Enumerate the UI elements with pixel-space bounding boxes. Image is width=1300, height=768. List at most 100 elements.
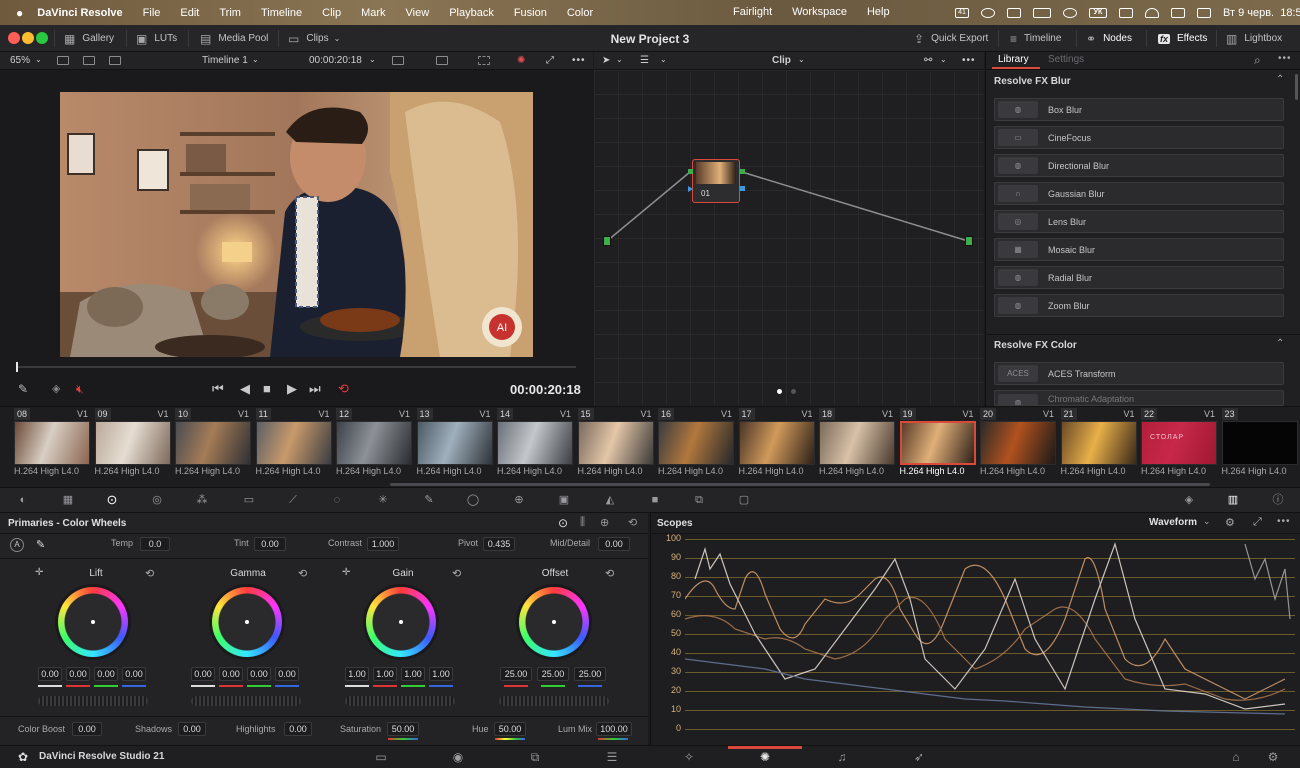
clip-thumbnail[interactable] — [175, 421, 251, 465]
auto-balance-icon[interactable]: A — [10, 538, 24, 552]
viewer-mode-icon[interactable] — [436, 56, 448, 65]
fx-zoom-blur[interactable]: ◍ Zoom Blur — [994, 294, 1284, 317]
zoom-window-button[interactable] — [36, 32, 48, 44]
more-options-icon[interactable]: ••• — [1278, 53, 1292, 64]
keyboard-layout-icon[interactable]: УК — [1089, 8, 1107, 18]
screen-mirror-icon[interactable] — [1119, 8, 1133, 18]
home-icon[interactable]: ⌂ — [1229, 750, 1243, 764]
clip-19[interactable]: 19 V1 H.264 High L4.0 — [898, 407, 978, 483]
battery-icon[interactable] — [1033, 8, 1051, 18]
curves-icon[interactable]: ⟋ — [286, 494, 300, 506]
lift-wheel[interactable] — [58, 587, 128, 657]
magic-mask-icon[interactable]: ▣ — [557, 494, 571, 506]
pivot-value[interactable]: 0.435 — [483, 537, 515, 551]
menu-file[interactable]: File — [143, 7, 161, 19]
sizing-icon[interactable]: ⧉ — [692, 494, 706, 506]
section-blur-header[interactable]: Resolve FX Blur — [994, 76, 1071, 87]
clip-12[interactable]: 12 V1 H.264 High L4.0 — [334, 407, 414, 483]
clip-thumbnail[interactable] — [980, 421, 1056, 465]
gain-wheel-handle[interactable] — [399, 620, 403, 624]
blur-icon[interactable]: ◭ — [603, 494, 617, 506]
tab-timeline[interactable]: ≡ Timeline — [1010, 25, 1061, 52]
clip-15[interactable]: 15 V1 H.264 High L4.0 — [576, 407, 656, 483]
page-edit-icon[interactable]: ⧉ — [528, 750, 542, 764]
wheels-mode-icon[interactable]: ⊙ — [558, 516, 568, 530]
layout-grid-icon[interactable] — [83, 56, 95, 65]
search-icon[interactable]: ⌕ — [1254, 53, 1261, 68]
clip-thumbnail[interactable] — [577, 421, 654, 465]
clip-09[interactable]: 09 V1 H.264 High L4.0 — [93, 407, 173, 483]
fx-chromatic-adaptation[interactable]: ◍ Chromatic Adaptation — [994, 390, 1284, 406]
rgb-mixer-icon[interactable]: ⁂ — [195, 494, 209, 506]
clip-10[interactable]: 10 V1 H.264 High L4.0 — [173, 407, 253, 483]
eyedropper-icon[interactable]: ✎ — [36, 538, 45, 551]
offset-wheel-handle[interactable] — [552, 620, 556, 624]
playhead[interactable] — [16, 362, 18, 372]
clip-thumbnail[interactable] — [738, 421, 815, 465]
page-cut-icon[interactable]: ◉ — [451, 750, 465, 764]
clip-22[interactable]: 22 V1 СТОЛАР H.264 High L4.0 — [1139, 407, 1219, 483]
wifi-icon[interactable] — [1145, 8, 1159, 18]
tab-nodes[interactable]: ⚭ Nodes — [1086, 25, 1132, 52]
color-picker-icon[interactable]: ✺ — [517, 55, 525, 66]
clip-14[interactable]: 14 V1 H.264 High L4.0 — [495, 407, 575, 483]
reset-icon[interactable]: ⟲ — [628, 516, 637, 529]
fx-box-blur[interactable]: ◍ Box Blur — [994, 98, 1284, 121]
chevron-up-icon[interactable]: ⌃ — [1276, 338, 1284, 349]
clip-thumbnail[interactable] — [1221, 421, 1298, 465]
fullscreen-icon[interactable]: ⤢ — [546, 55, 554, 66]
qualifier-icon[interactable]: ✎ — [422, 494, 436, 506]
node-rgb-output[interactable] — [740, 169, 745, 174]
apple-icon[interactable]: ● — [16, 6, 23, 20]
safe-area-icon[interactable] — [392, 56, 404, 65]
gain-picker-icon[interactable]: ✛ — [342, 567, 350, 578]
scrubber-track[interactable] — [16, 366, 576, 368]
timeline-dropdown[interactable]: Timeline 1 — [202, 55, 248, 66]
offset-reset-icon[interactable]: ⟲ — [605, 567, 614, 580]
layout-split-icon[interactable] — [109, 56, 121, 65]
fx-lens-blur[interactable]: ◎ Lens Blur — [994, 210, 1284, 233]
menu-help[interactable]: Help — [867, 6, 890, 18]
colorboost-value[interactable]: 0.00 — [72, 722, 102, 736]
tab-lightbox[interactable]: ▥ Lightbox — [1226, 25, 1282, 52]
node-key-input[interactable] — [688, 186, 693, 192]
tab-effects[interactable]: fx Effects — [1158, 25, 1207, 52]
highlights-value[interactable]: 0.00 — [284, 722, 312, 736]
search-icon[interactable] — [1171, 8, 1185, 18]
menu-fairlight[interactable]: Fairlight — [733, 6, 772, 18]
viewer-timecode-top[interactable]: 00:00:20:18 — [309, 55, 362, 66]
clip-thumbnail[interactable] — [336, 421, 412, 465]
tab-media-pool[interactable]: ▤ Media Pool — [200, 25, 268, 52]
lift-reset-icon[interactable]: ⟲ — [145, 567, 154, 580]
fx-directional-blur[interactable]: ◍ Directional Blur — [994, 154, 1284, 177]
page-color-icon[interactable]: ✺ — [758, 750, 772, 764]
gamma-wheel[interactable] — [212, 587, 282, 657]
transform-icon[interactable] — [478, 56, 490, 65]
clip-thumbnail[interactable] — [416, 421, 493, 465]
loop-icon[interactable]: ⟲ — [338, 381, 349, 397]
color-warper-icon[interactable]: ◌ — [330, 494, 344, 506]
pointer-icon[interactable]: ➤ — [602, 55, 610, 66]
fx-aces-transform[interactable]: ACES ACES Transform — [994, 362, 1284, 385]
menu-app[interactable]: DaVinci Resolve — [37, 7, 122, 19]
key-icon[interactable]: ■ — [648, 494, 662, 506]
clip-thumbnail[interactable] — [14, 421, 90, 465]
lift-r[interactable]: 0.00 — [66, 667, 90, 681]
clip-11[interactable]: 11 V1 H.264 High L4.0 — [254, 407, 334, 483]
gain-r[interactable]: 1.00 — [373, 667, 397, 681]
clip-thumbnail[interactable]: СТОЛАР — [1141, 421, 1217, 465]
keyframes-icon[interactable]: ◈ — [1182, 494, 1196, 506]
close-window-button[interactable] — [8, 32, 20, 44]
menu-timeline[interactable]: Timeline — [261, 7, 302, 19]
scopes-toggle-icon[interactable]: ▥ — [1226, 494, 1240, 506]
sync-icon[interactable] — [981, 8, 995, 18]
lummix-value[interactable]: 100.00 — [596, 722, 632, 736]
tab-library[interactable]: Library — [998, 54, 1029, 65]
offset-g[interactable]: 25.00 — [537, 667, 569, 681]
lift-y[interactable]: 0.00 — [38, 667, 62, 681]
motion-effects-icon[interactable]: ▭ — [242, 494, 256, 506]
clip-thumbnail[interactable] — [94, 421, 171, 465]
zoom-icon[interactable]: ⊕ — [600, 516, 609, 529]
fx-radial-blur[interactable]: ◍ Radial Blur — [994, 266, 1284, 289]
clip-thumbnail[interactable] — [819, 421, 895, 465]
